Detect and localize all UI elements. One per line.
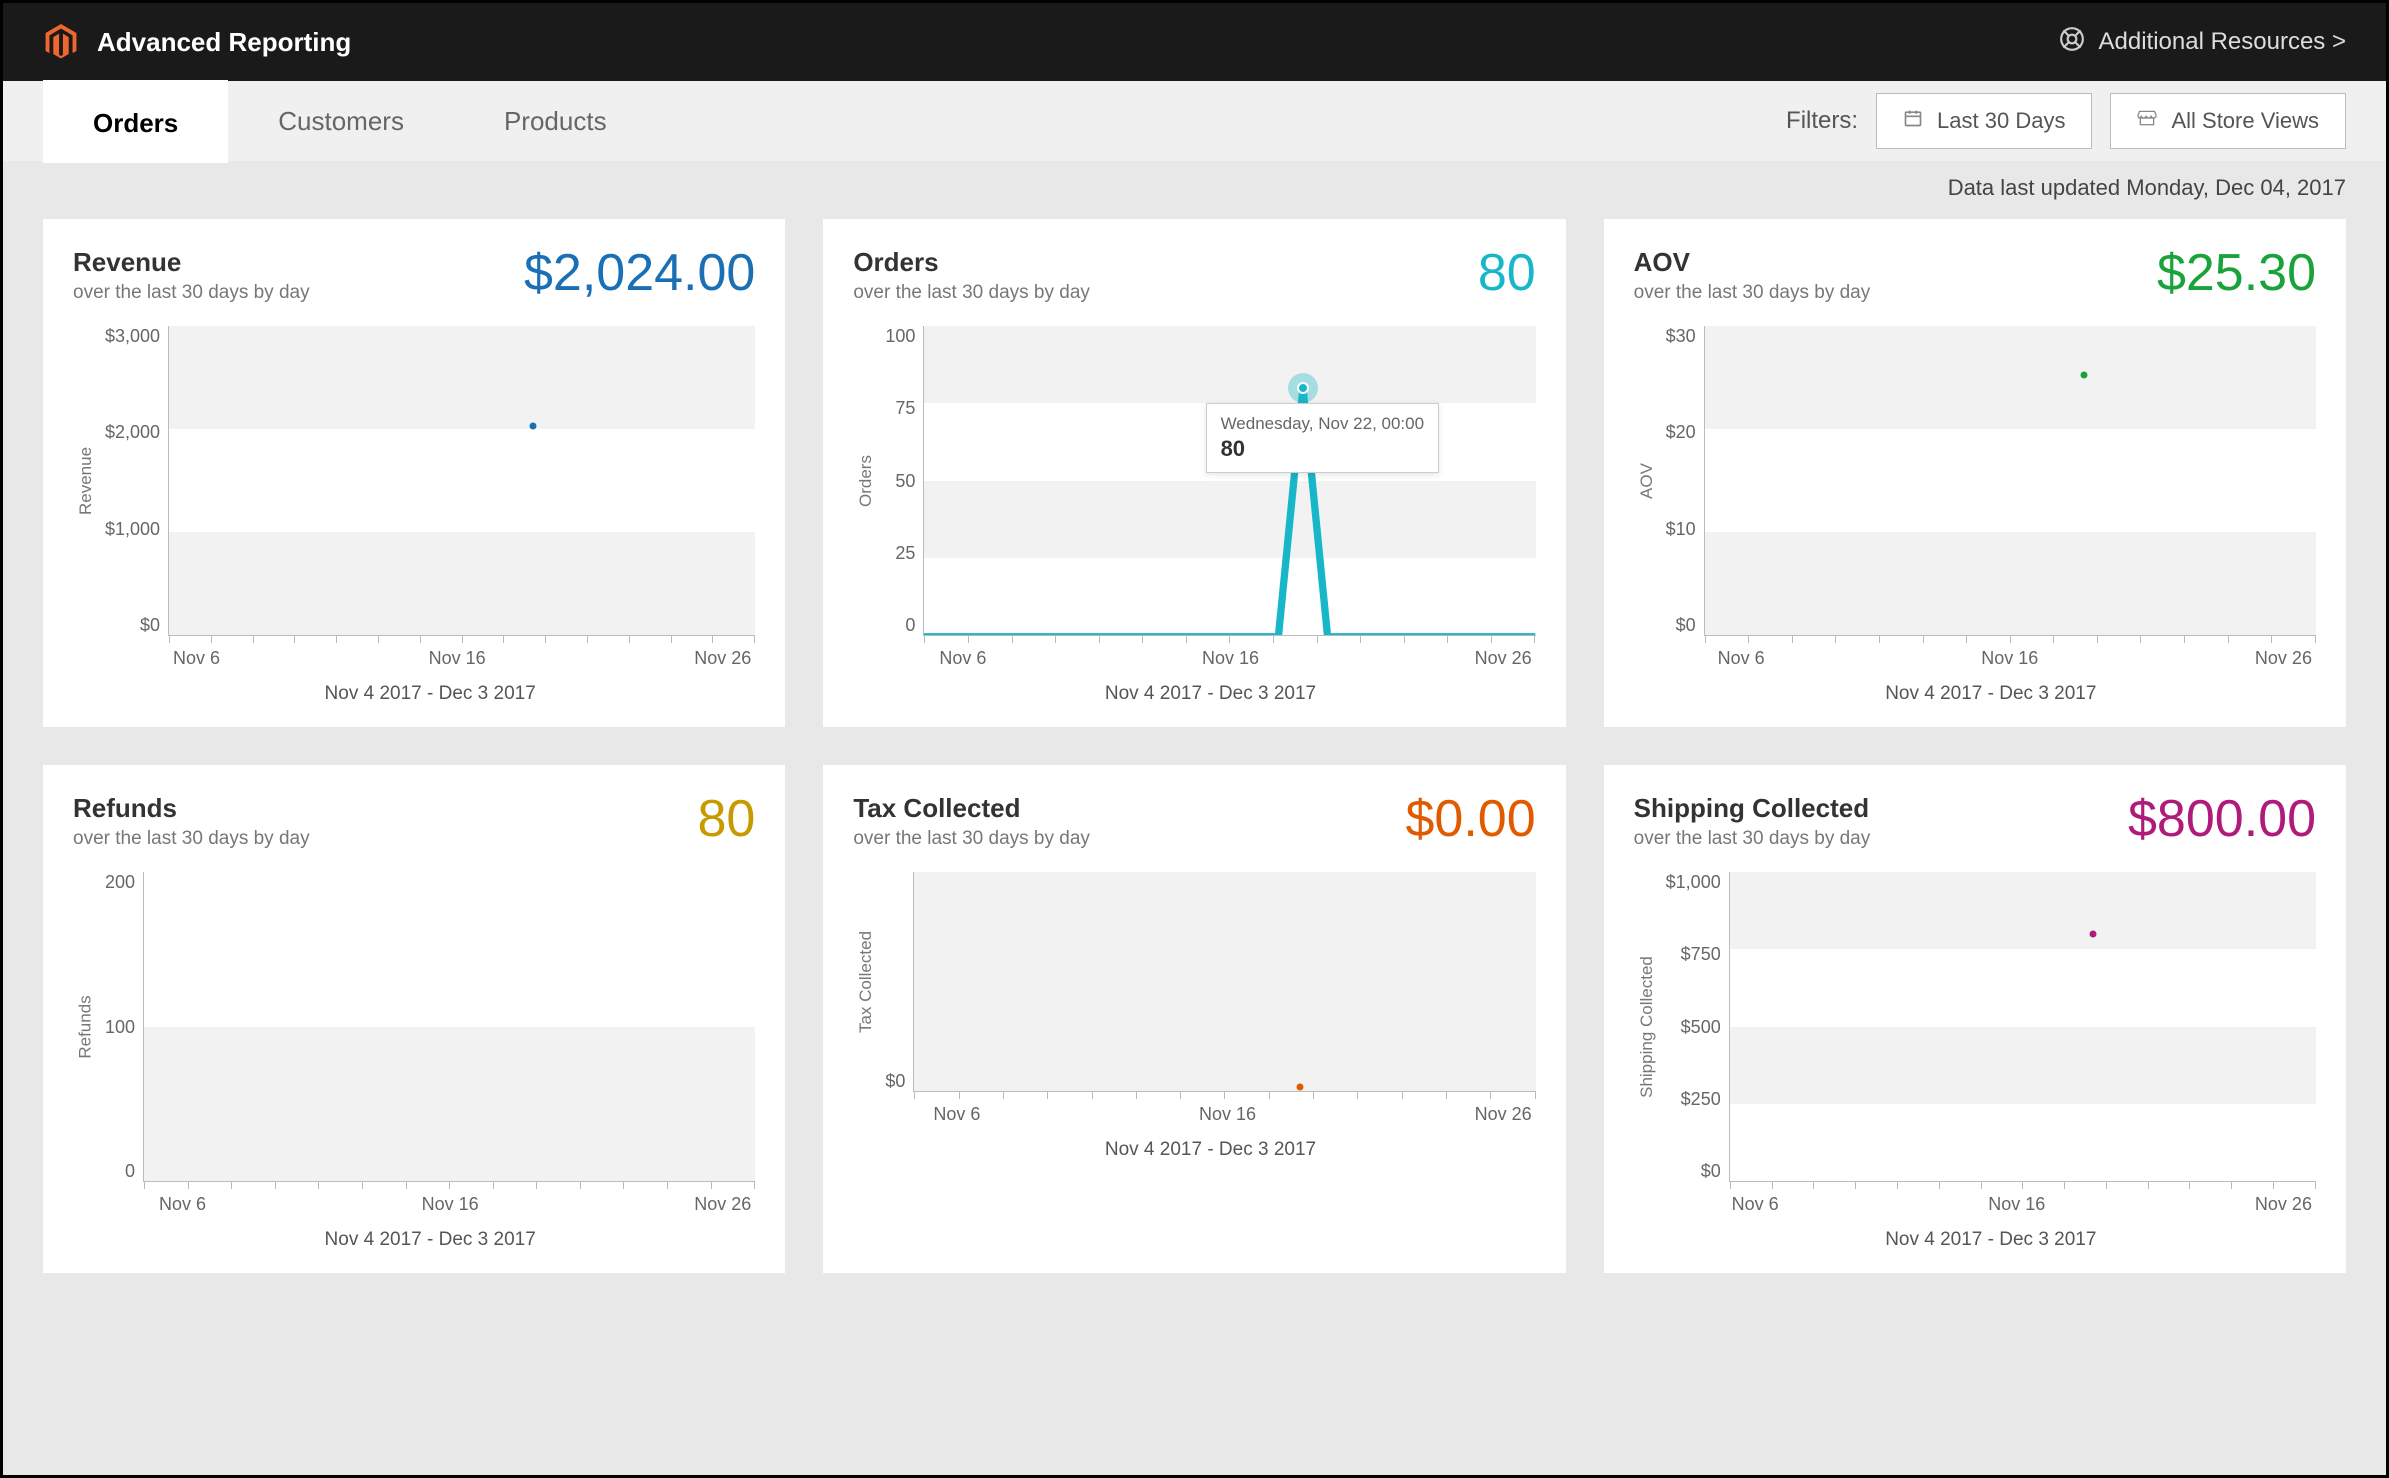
card-aov: AOV over the last 30 days by day $25.30 … <box>1604 219 2346 727</box>
aov-caption: Nov 4 2017 - Dec 3 2017 <box>1666 683 2316 705</box>
tax-caption: Nov 4 2017 - Dec 3 2017 <box>885 1139 1535 1161</box>
dashboard-grid: Revenue over the last 30 days by day $2,… <box>3 219 2386 1273</box>
card-revenue: Revenue over the last 30 days by day $2,… <box>43 219 785 727</box>
revenue-xlabels: Nov 6 Nov 16 Nov 26 <box>169 648 755 669</box>
tax-chart: Tax Collected $0 <box>853 872 1535 1092</box>
revenue-ylabel: Revenue <box>76 447 96 515</box>
aov-plot[interactable] <box>1704 326 2316 636</box>
orders-sub: over the last 30 days by day <box>853 282 1090 304</box>
card-orders: Orders over the last 30 days by day 80 O… <box>823 219 1565 727</box>
tab-products[interactable]: Products <box>454 82 657 161</box>
tab-orders[interactable]: Orders <box>43 80 228 163</box>
revenue-value: $2,024.00 <box>524 247 755 299</box>
revenue-sub: over the last 30 days by day <box>73 282 310 304</box>
app-header: Advanced Reporting Additional Resources … <box>3 3 2386 81</box>
orders-tooltip-title: Wednesday, Nov 22, 00:00 <box>1221 414 1425 434</box>
orders-line <box>924 326 1535 635</box>
last-updated: Data last updated Monday, Dec 04, 2017 <box>3 161 2386 219</box>
lifesaver-icon <box>2059 26 2085 59</box>
orders-chart: Orders 100 75 50 25 0 Wednesday, Nov 22,… <box>853 326 1535 636</box>
orders-caption: Nov 4 2017 - Dec 3 2017 <box>885 683 1535 705</box>
tab-customers[interactable]: Customers <box>228 82 454 161</box>
refunds-caption: Nov 4 2017 - Dec 3 2017 <box>105 1229 755 1251</box>
revenue-caption: Nov 4 2017 - Dec 3 2017 <box>105 683 755 705</box>
orders-highlight-icon <box>1288 373 1318 403</box>
shipping-yaxis: $1,000 $750 $500 $250 $0 <box>1666 872 1729 1182</box>
tax-value: $0.00 <box>1406 793 1536 845</box>
revenue-title: Revenue <box>73 247 310 278</box>
orders-value: 80 <box>1478 247 1536 299</box>
filters-label: Filters: <box>1786 107 1858 135</box>
aov-point <box>2080 371 2087 378</box>
aov-chart: AOV $30 $20 $10 $0 <box>1634 326 2316 636</box>
refunds-plot[interactable] <box>143 872 755 1182</box>
orders-title: Orders <box>853 247 1090 278</box>
tax-title: Tax Collected <box>853 793 1090 824</box>
aov-sub: over the last 30 days by day <box>1634 282 1871 304</box>
subheader: Orders Customers Products Filters: Last … <box>3 81 2386 161</box>
revenue-chart: Revenue $3,000 $2,000 $1,000 $0 <box>73 326 755 636</box>
revenue-point <box>529 423 536 430</box>
refunds-title: Refunds <box>73 793 310 824</box>
tax-plot[interactable] <box>913 872 1535 1092</box>
refunds-value: 80 <box>697 793 755 845</box>
tax-xlabels: Nov 6 Nov 16 Nov 26 <box>929 1104 1535 1125</box>
revenue-plot[interactable] <box>168 326 755 636</box>
refunds-xlabels: Nov 6 Nov 16 Nov 26 <box>155 1194 755 1215</box>
aov-value: $25.30 <box>2157 247 2316 299</box>
orders-tooltip: Wednesday, Nov 22, 00:00 80 <box>1206 403 1440 473</box>
tax-point <box>1296 1083 1303 1090</box>
refunds-yaxis: 200 100 0 <box>105 872 143 1182</box>
date-range-label: Last 30 Days <box>1937 108 2065 134</box>
app-title: Advanced Reporting <box>97 27 351 58</box>
tax-sub: over the last 30 days by day <box>853 828 1090 850</box>
card-tax: Tax Collected over the last 30 days by d… <box>823 765 1565 1273</box>
shipping-chart: Shipping Collected $1,000 $750 $500 $250… <box>1634 872 2316 1182</box>
card-refunds: Refunds over the last 30 days by day 80 … <box>43 765 785 1273</box>
refunds-chart: Refunds 200 100 0 <box>73 872 755 1182</box>
header-left: Advanced Reporting <box>43 24 351 60</box>
shipping-xlabels: Nov 6 Nov 16 Nov 26 <box>1728 1194 2316 1215</box>
aov-yaxis: $30 $20 $10 $0 <box>1666 326 1704 636</box>
refunds-ylabel: Refunds <box>76 995 96 1058</box>
date-range-filter[interactable]: Last 30 Days <box>1876 93 2092 149</box>
orders-yaxis: 100 75 50 25 0 <box>885 326 923 636</box>
shipping-sub: over the last 30 days by day <box>1634 828 1871 850</box>
shipping-plot[interactable] <box>1729 872 2316 1182</box>
additional-resources-link[interactable]: Additional Resources > <box>2059 26 2346 59</box>
card-shipping: Shipping Collected over the last 30 days… <box>1604 765 2346 1273</box>
tax-ylabel: Tax Collected <box>856 931 876 1033</box>
main-tabs: Orders Customers Products <box>43 80 657 163</box>
shipping-title: Shipping Collected <box>1634 793 1871 824</box>
store-filter[interactable]: All Store Views <box>2110 93 2346 149</box>
tax-yaxis: $0 <box>885 872 913 1092</box>
aov-ylabel: AOV <box>1637 463 1657 499</box>
filters-area: Filters: Last 30 Days All Store Views <box>1786 93 2346 149</box>
orders-ylabel: Orders <box>856 455 876 507</box>
aov-title: AOV <box>1634 247 1871 278</box>
refunds-sub: over the last 30 days by day <box>73 828 310 850</box>
shipping-value: $800.00 <box>2128 793 2316 845</box>
orders-tooltip-value: 80 <box>1221 436 1425 462</box>
additional-resources-label: Additional Resources > <box>2099 28 2346 56</box>
revenue-yaxis: $3,000 $2,000 $1,000 $0 <box>105 326 168 636</box>
orders-plot[interactable]: Wednesday, Nov 22, 00:00 80 <box>923 326 1535 636</box>
shipping-caption: Nov 4 2017 - Dec 3 2017 <box>1666 1229 2316 1251</box>
store-icon <box>2137 108 2157 134</box>
shipping-ylabel: Shipping Collected <box>1637 956 1657 1098</box>
orders-xlabels: Nov 6 Nov 16 Nov 26 <box>935 648 1535 669</box>
shipping-point <box>2090 930 2097 937</box>
calendar-icon <box>1903 108 1923 134</box>
aov-xlabels: Nov 6 Nov 16 Nov 26 <box>1714 648 2316 669</box>
store-filter-label: All Store Views <box>2171 108 2319 134</box>
magento-logo-icon <box>43 24 79 60</box>
